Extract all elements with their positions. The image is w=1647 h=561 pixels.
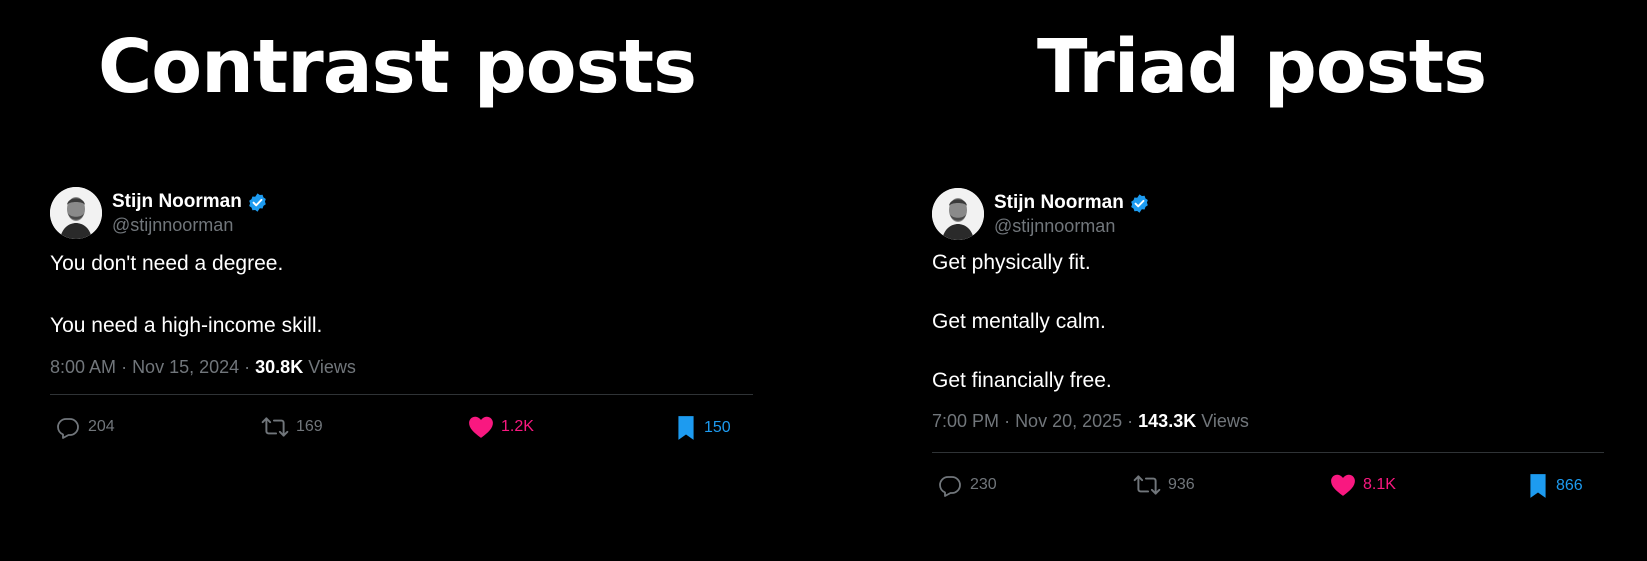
- author-handle[interactable]: @stijnnoorman: [112, 215, 233, 236]
- like-count: 8.1K: [1363, 476, 1396, 493]
- heading-triad-posts: Triad posts: [1037, 24, 1487, 110]
- avatar[interactable]: [932, 188, 984, 240]
- bookmark-button[interactable]: 866: [1527, 473, 1583, 499]
- repost-button[interactable]: 169: [261, 415, 323, 439]
- post-line: Get mentally calm.: [932, 310, 1106, 333]
- post-actions: 204 169 1.2K 150: [50, 395, 753, 459]
- like-button[interactable]: 1.2K: [468, 415, 534, 439]
- post-meta: 7:00 PM · Nov 20, 2025 · 143.3K Views: [932, 411, 1249, 431]
- repost-count: 169: [296, 418, 323, 435]
- post-header: Stijn Noorman @stijnnoorman: [932, 188, 1604, 240]
- heart-icon: [1331, 474, 1355, 496]
- views-count: 143.3K: [1138, 411, 1197, 431]
- post-body: Get physically fit. Get mentally calm. G…: [932, 248, 1604, 395]
- author-name[interactable]: Stijn Noorman: [112, 191, 242, 213]
- post-date[interactable]: Nov 20, 2025: [1015, 411, 1122, 431]
- bookmark-icon: [678, 416, 694, 440]
- reply-count: 204: [88, 418, 115, 435]
- heading-contrast-posts: Contrast posts: [98, 24, 697, 110]
- verified-badge-icon: [1131, 193, 1148, 213]
- bookmark-count: 150: [704, 419, 731, 436]
- views-count: 30.8K: [255, 357, 304, 377]
- bookmark-count: 866: [1556, 477, 1583, 494]
- post-time[interactable]: 7:00 PM: [932, 411, 999, 431]
- bookmark-button[interactable]: 150: [675, 415, 731, 441]
- reply-icon: [57, 418, 79, 439]
- bookmark-icon: [1530, 474, 1546, 498]
- post-body: You don't need a degree. You need a high…: [50, 249, 753, 340]
- post-line: Get physically fit.: [932, 251, 1091, 274]
- post-line: Get financially free.: [932, 369, 1112, 392]
- reply-button[interactable]: 204: [55, 415, 115, 439]
- repost-icon: [261, 417, 289, 437]
- post-header: Stijn Noorman @stijnnoorman: [50, 187, 753, 239]
- post-actions: 230 936 8.1K 866: [932, 453, 1604, 517]
- verified-badge-icon: [249, 192, 266, 212]
- post-time[interactable]: 8:00 AM: [50, 357, 116, 377]
- heart-icon: [469, 416, 493, 438]
- views-label: Views: [308, 357, 356, 377]
- author-name[interactable]: Stijn Noorman: [994, 192, 1124, 214]
- reply-button[interactable]: 230: [937, 473, 997, 497]
- like-count: 1.2K: [501, 418, 534, 435]
- post-card-contrast[interactable]: Stijn Noorman @stijnnoorman You don't ne…: [50, 187, 753, 459]
- reply-count: 230: [970, 476, 997, 493]
- post-date[interactable]: Nov 15, 2024: [132, 357, 239, 377]
- repost-icon: [1133, 475, 1161, 495]
- author-name-row: Stijn Noorman: [994, 190, 1150, 216]
- post-line: You don't need a degree.: [50, 252, 284, 275]
- post-meta: 8:00 AM · Nov 15, 2024 · 30.8K Views: [50, 357, 356, 377]
- repost-count: 936: [1168, 476, 1195, 493]
- reply-icon: [939, 476, 961, 497]
- author-handle[interactable]: @stijnnoorman: [994, 216, 1115, 237]
- views-label: Views: [1201, 411, 1249, 431]
- avatar[interactable]: [50, 187, 102, 239]
- like-button[interactable]: 8.1K: [1330, 473, 1396, 497]
- repost-button[interactable]: 936: [1133, 473, 1195, 497]
- post-line: You need a high-income skill.: [50, 314, 323, 337]
- author-name-row: Stijn Noorman: [112, 189, 268, 215]
- post-card-triad[interactable]: Stijn Noorman @stijnnoorman Get physical…: [932, 188, 1604, 517]
